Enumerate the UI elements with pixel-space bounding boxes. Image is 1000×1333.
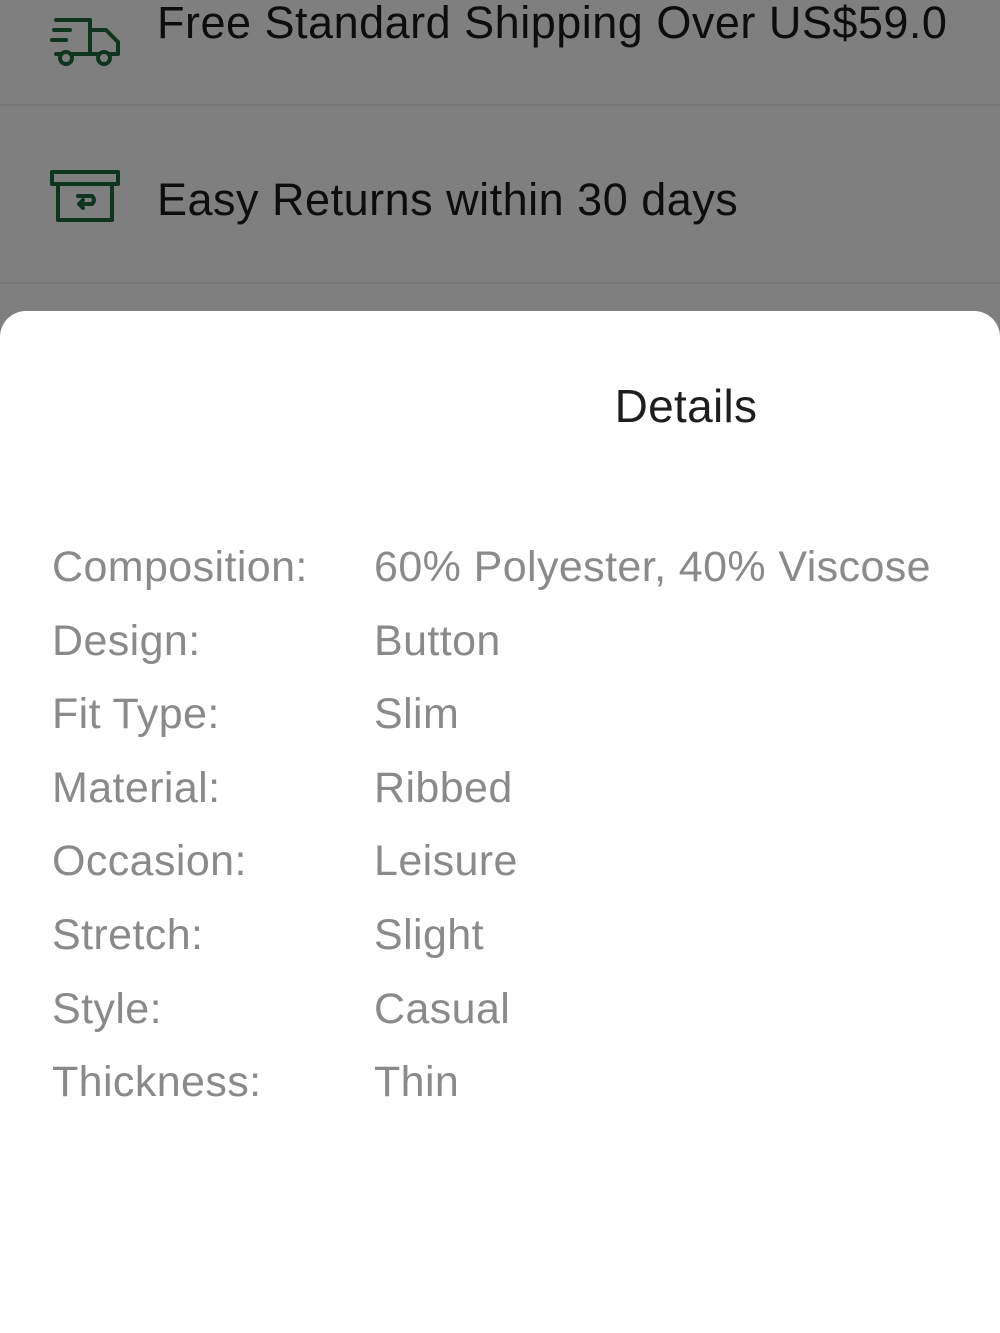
details-list: Composition: 60% Polyester, 40% Viscose … xyxy=(52,543,992,1132)
detail-label: Stretch: xyxy=(52,910,204,959)
detail-value: Ribbed xyxy=(374,763,513,812)
detail-row-composition: Composition: 60% Polyester, 40% Viscose xyxy=(52,543,992,617)
detail-row-fit-type: Fit Type: Slim xyxy=(52,690,992,764)
detail-value: Slim xyxy=(374,690,460,739)
details-bottom-sheet: Details Composition: 60% Polyester, 40% … xyxy=(0,311,1000,1333)
detail-value: Button xyxy=(374,616,501,665)
detail-label: Design: xyxy=(52,616,201,665)
detail-row-occasion: Occasion: Leisure xyxy=(52,837,992,911)
detail-value: Leisure xyxy=(374,837,518,886)
detail-value: 60% Polyester, 40% Viscose xyxy=(374,543,931,591)
sheet-title: Details xyxy=(614,380,758,432)
detail-row-style: Style: Casual xyxy=(52,985,992,1059)
detail-value: Slight xyxy=(374,910,484,959)
detail-value: Thin xyxy=(374,1058,460,1107)
detail-label: Style: xyxy=(52,984,162,1033)
detail-label: Fit Type: xyxy=(52,690,220,739)
detail-value: Casual xyxy=(374,984,511,1033)
detail-row-design: Design: Button xyxy=(52,617,992,691)
detail-label: Composition: xyxy=(52,543,308,591)
detail-label: Thickness: xyxy=(52,1058,262,1107)
page: Free Standard Shipping Over US$59.0 Easy… xyxy=(0,0,1000,1333)
detail-row-material: Material: Ribbed xyxy=(52,764,992,838)
detail-label: Occasion: xyxy=(52,837,247,886)
detail-row-stretch: Stretch: Slight xyxy=(52,911,992,985)
detail-row-thickness: Thickness: Thin xyxy=(52,1058,992,1132)
detail-label: Material: xyxy=(52,763,221,812)
